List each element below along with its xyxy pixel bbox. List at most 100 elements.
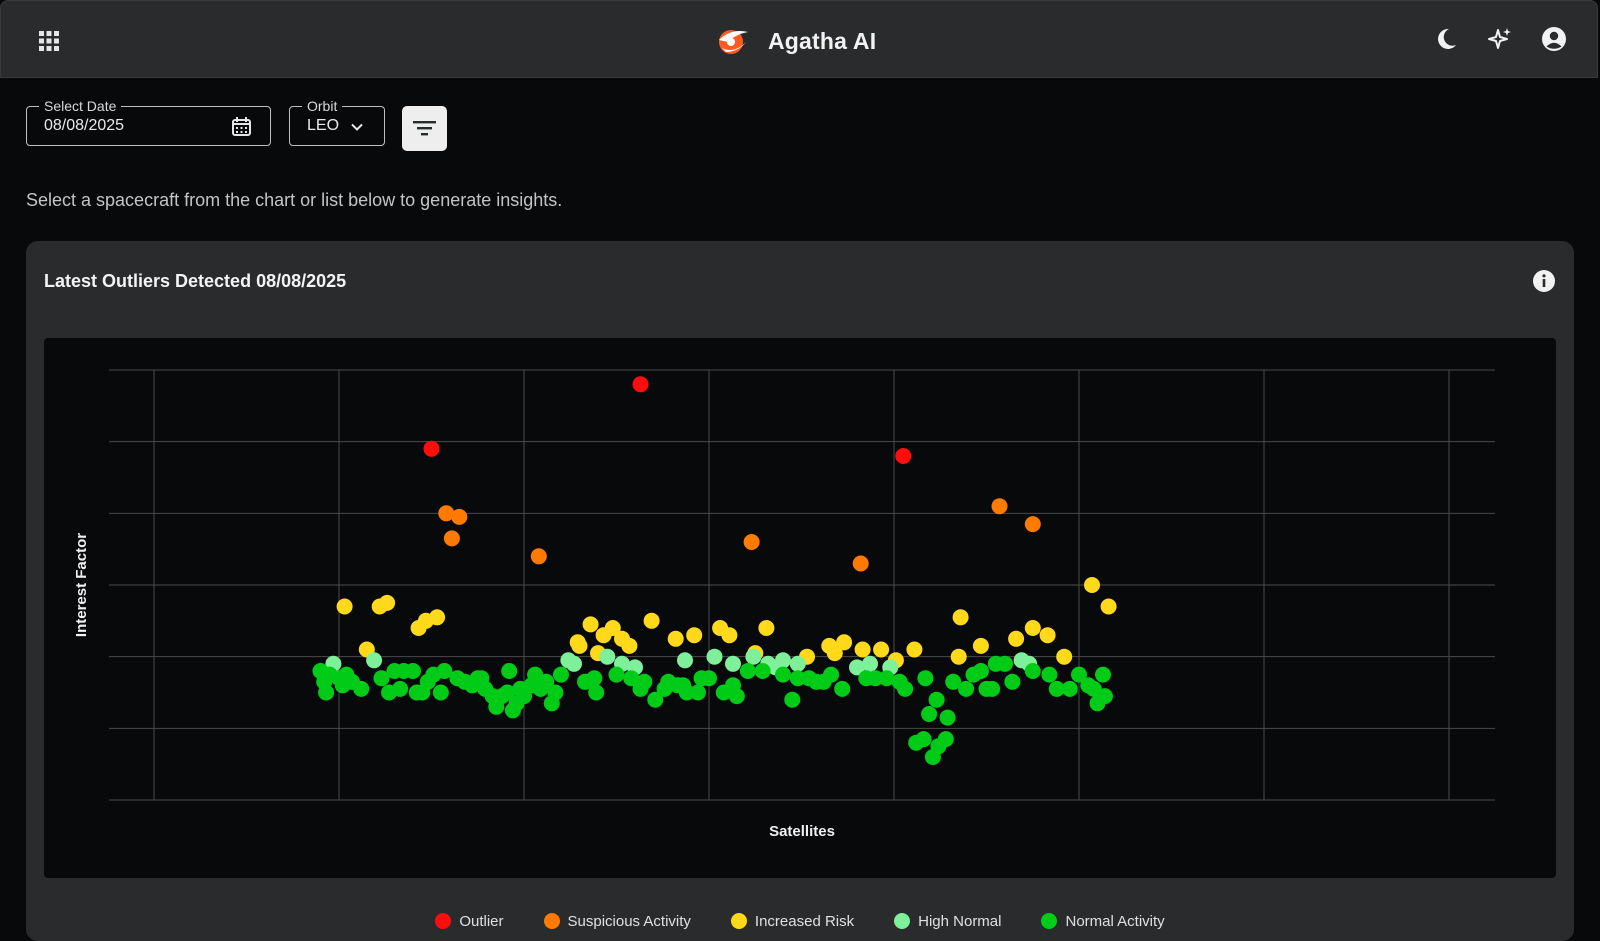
- scatter-point-normal[interactable]: [701, 670, 717, 687]
- scatter-point-increased[interactable]: [1008, 630, 1025, 647]
- scatter-point-normal[interactable]: [972, 663, 989, 679]
- legend-item-suspicious[interactable]: Suspicious Activity: [543, 901, 691, 941]
- scatter-point-suspicious[interactable]: [1024, 516, 1041, 533]
- scatter-point-increased[interactable]: [854, 641, 871, 658]
- scatter-point-normal[interactable]: [928, 691, 945, 708]
- scatter-point-outlier[interactable]: [423, 440, 440, 457]
- scatter-point-outlier[interactable]: [632, 376, 649, 393]
- scatter-point-increased[interactable]: [667, 630, 684, 647]
- scatter-point-high-normal[interactable]: [775, 652, 791, 669]
- scatter-point-high-normal[interactable]: [366, 652, 383, 669]
- scatter-point-normal[interactable]: [689, 684, 706, 701]
- legend-item-outlier[interactable]: Outlier: [435, 901, 504, 941]
- scatter-point-normal[interactable]: [739, 663, 756, 679]
- scatter-point-normal[interactable]: [775, 666, 791, 683]
- chart-points[interactable]: [312, 376, 1117, 765]
- scatter-point-normal[interactable]: [937, 731, 954, 748]
- scatter-point-normal[interactable]: [1024, 663, 1041, 679]
- scatter-point-normal[interactable]: [1061, 680, 1078, 697]
- scatter-point-increased[interactable]: [873, 641, 890, 658]
- scatter-point-increased[interactable]: [952, 609, 969, 626]
- scatter-point-normal[interactable]: [432, 684, 449, 701]
- dark-mode-moon-icon[interactable]: [1433, 26, 1459, 52]
- scatter-point-high-normal[interactable]: [862, 655, 878, 672]
- scatter-point-normal[interactable]: [939, 709, 956, 726]
- scatter-point-normal[interactable]: [392, 680, 409, 697]
- scatter-point-high-normal[interactable]: [706, 648, 723, 665]
- scatter-point-increased[interactable]: [582, 616, 599, 633]
- scatter-point-normal[interactable]: [318, 684, 335, 701]
- scatter-chart[interactable]: Interest Factor Satellites: [44, 338, 1556, 878]
- scatter-point-increased[interactable]: [1039, 627, 1056, 644]
- scatter-point-suspicious[interactable]: [991, 498, 1008, 515]
- scatter-point-increased[interactable]: [336, 598, 353, 615]
- scatter-point-suspicious[interactable]: [443, 530, 460, 547]
- scatter-point-normal[interactable]: [823, 666, 840, 683]
- orbit-value[interactable]: LEO: [307, 117, 339, 135]
- calendar-icon[interactable]: [231, 116, 252, 137]
- scatter-point-normal[interactable]: [636, 673, 653, 690]
- scatter-point-increased[interactable]: [571, 637, 588, 654]
- scatter-point-suspicious[interactable]: [530, 548, 547, 565]
- scatter-point-normal[interactable]: [1095, 666, 1111, 683]
- orbit-select[interactable]: Orbit LEO: [289, 97, 385, 146]
- scatter-point-normal[interactable]: [921, 706, 938, 722]
- filter-button[interactable]: [402, 106, 447, 151]
- scatter-point-increased[interactable]: [950, 648, 967, 665]
- scatter-point-increased[interactable]: [643, 612, 660, 629]
- select-date-value[interactable]: 08/08/2025: [44, 117, 124, 135]
- scatter-point-increased[interactable]: [721, 627, 738, 644]
- account-circle-icon[interactable]: [1541, 26, 1567, 52]
- brand[interactable]: Agatha AI: [716, 23, 876, 59]
- scatter-point-increased[interactable]: [621, 637, 638, 654]
- scatter-point-suspicious[interactable]: [852, 555, 869, 572]
- scatter-point-increased[interactable]: [379, 594, 396, 611]
- scatter-point-increased[interactable]: [836, 634, 853, 651]
- scatter-point-normal[interactable]: [834, 680, 851, 697]
- scatter-point-normal[interactable]: [588, 684, 605, 701]
- scatter-point-normal[interactable]: [984, 680, 1001, 697]
- apps-grid-icon[interactable]: [39, 31, 59, 51]
- scatter-point-normal[interactable]: [608, 666, 625, 683]
- scatter-point-normal[interactable]: [547, 684, 564, 701]
- scatter-point-normal[interactable]: [897, 680, 914, 697]
- scatter-point-normal[interactable]: [754, 663, 771, 679]
- scatter-point-normal[interactable]: [501, 663, 518, 679]
- scatter-point-high-normal[interactable]: [566, 655, 582, 672]
- scatter-point-normal[interactable]: [405, 663, 421, 679]
- scatter-point-normal[interactable]: [784, 691, 801, 708]
- scatter-point-increased[interactable]: [758, 620, 775, 636]
- scatter-point-increased[interactable]: [1084, 577, 1100, 593]
- scatter-point-increased[interactable]: [429, 609, 446, 626]
- scatter-point-high-normal[interactable]: [745, 648, 762, 665]
- scatter-point-normal[interactable]: [1041, 666, 1058, 683]
- scatter-point-high-normal[interactable]: [789, 655, 806, 672]
- info-icon[interactable]: [1532, 269, 1556, 293]
- select-date-field[interactable]: Select Date 08/08/2025: [26, 97, 271, 146]
- scatter-point-outlier[interactable]: [895, 448, 912, 464]
- scatter-point-suspicious[interactable]: [451, 508, 468, 525]
- legend-item-increased[interactable]: Increased Risk: [730, 901, 854, 941]
- scatter-point-high-normal[interactable]: [599, 648, 616, 665]
- scatter-point-normal[interactable]: [728, 688, 745, 705]
- scatter-point-increased[interactable]: [1056, 648, 1073, 665]
- scatter-point-increased[interactable]: [906, 641, 923, 658]
- scatter-point-normal[interactable]: [353, 680, 370, 697]
- scatter-point-increased[interactable]: [1024, 620, 1041, 636]
- ai-sparkle-icon[interactable]: [1487, 26, 1513, 52]
- scatter-point-high-normal[interactable]: [725, 655, 741, 672]
- scatter-point-normal[interactable]: [997, 655, 1013, 672]
- scatter-point-increased[interactable]: [1100, 598, 1117, 615]
- scatter-point-normal[interactable]: [553, 666, 569, 683]
- scatter-point-increased[interactable]: [972, 637, 989, 654]
- legend-item-high-normal[interactable]: High Normal: [894, 901, 1001, 941]
- scatter-point-suspicious[interactable]: [743, 534, 760, 550]
- scatter-point-normal[interactable]: [1096, 688, 1113, 705]
- legend-item-normal[interactable]: Normal Activity: [1041, 901, 1165, 941]
- scatter-point-increased[interactable]: [686, 627, 703, 644]
- scatter-point-high-normal[interactable]: [677, 652, 693, 669]
- chevron-down-icon[interactable]: [350, 120, 364, 134]
- scatter-point-normal[interactable]: [958, 680, 975, 697]
- scatter-point-normal[interactable]: [915, 731, 932, 748]
- scatter-point-normal[interactable]: [586, 670, 603, 687]
